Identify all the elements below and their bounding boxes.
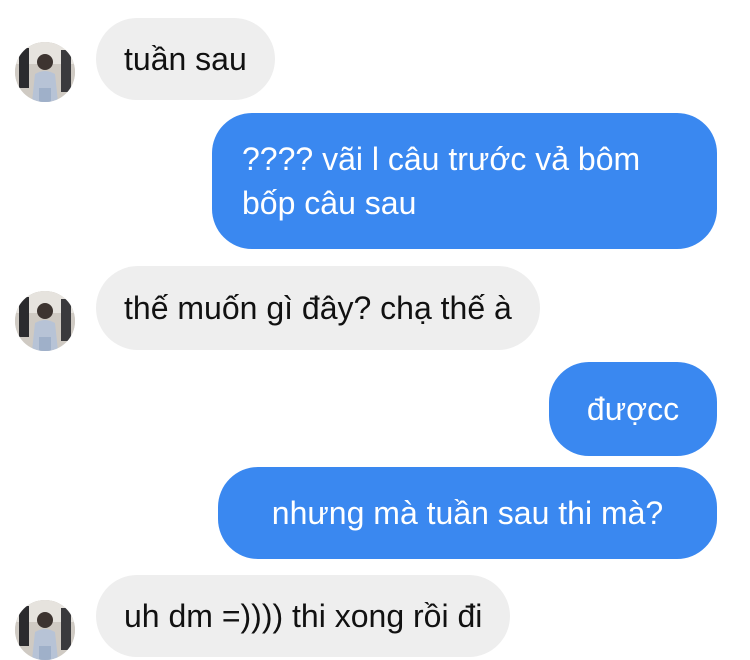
message-text: ???? vãi l câu trước vả bôm bốp câu sau bbox=[242, 137, 640, 225]
outgoing-message-bubble[interactable]: ???? vãi l câu trước vả bôm bốp câu sau bbox=[212, 113, 717, 249]
incoming-message-bubble[interactable]: uh dm =)))) thi xong rồi đi bbox=[96, 575, 511, 657]
sender-avatar[interactable] bbox=[15, 291, 75, 351]
message-text: thế muốn gì đây? chạ thế à bbox=[124, 290, 512, 326]
message-line: bốp câu sau bbox=[242, 185, 417, 221]
message-line: ???? vãi l câu trước vả bôm bbox=[242, 141, 641, 177]
incoming-message-bubble[interactable]: thế muốn gì đây? chạ thế à bbox=[96, 266, 540, 350]
message-text: uh dm =)))) thi xong rồi đi bbox=[124, 598, 483, 634]
message-text: nhưng mà tuần sau thi mà? bbox=[271, 495, 664, 531]
outgoing-message-bubble[interactable]: nhưng mà tuần sau thi mà? bbox=[218, 467, 717, 559]
message-text: đượcc bbox=[586, 391, 680, 427]
sender-avatar[interactable] bbox=[15, 600, 75, 660]
incoming-message-bubble[interactable]: tuần sau bbox=[96, 18, 275, 100]
sender-avatar[interactable] bbox=[15, 42, 75, 102]
message-text: tuần sau bbox=[124, 41, 247, 77]
outgoing-message-bubble[interactable]: đượcc bbox=[549, 362, 717, 456]
